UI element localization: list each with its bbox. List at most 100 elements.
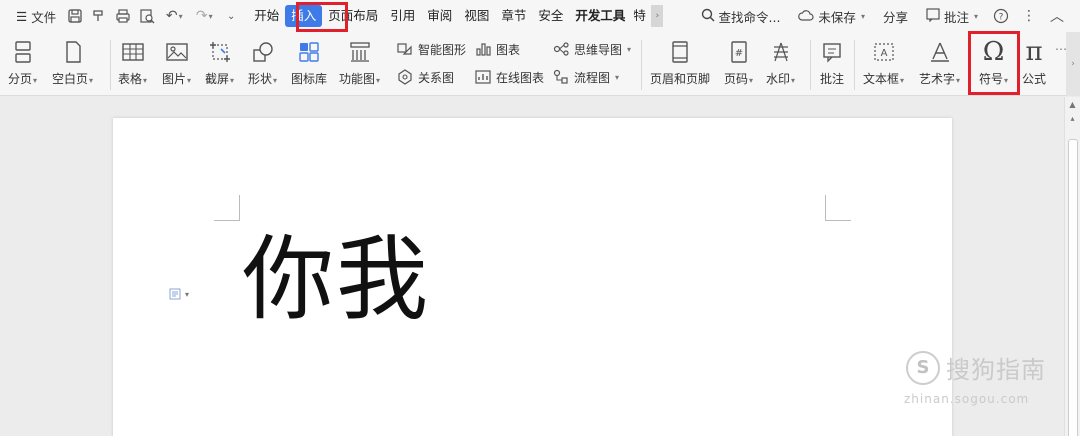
comment-label: 批注 [943, 9, 969, 25]
mind-map-button[interactable]: 思维导图 ▾ [552, 40, 631, 58]
tab-review[interactable]: 审阅 [421, 5, 458, 27]
picture-button[interactable]: 图片▾ [162, 38, 191, 87]
pi-icon: π [1025, 37, 1043, 67]
page-break-button[interactable]: 分页▾ [8, 38, 37, 87]
cloud-icon [798, 9, 814, 24]
online-chart-label: 在线图表 [496, 70, 545, 85]
formula-button[interactable]: π 公式 [1020, 37, 1048, 87]
blank-page-label: 空白页 [52, 72, 89, 86]
table-label: 表格 [118, 72, 143, 86]
tab-home[interactable]: 开始 [248, 5, 285, 27]
page-break-icon [9, 38, 37, 66]
shape-label: 形状 [248, 72, 273, 86]
redo-icon[interactable]: ↷ ▾ [190, 5, 218, 27]
comment-insert-button[interactable]: 批注 [818, 38, 846, 87]
comment-icon [926, 7, 940, 25]
mind-map-label: 思维导图 [574, 42, 623, 57]
tab-view[interactable]: 视图 [458, 5, 495, 27]
tab-developer[interactable]: 开发工具 [569, 5, 631, 27]
icon-library-icon [295, 38, 323, 66]
tab-scroll-right-icon[interactable]: › [651, 5, 664, 27]
more-icon[interactable]: ⋮ [1018, 5, 1040, 27]
save-status-label: 未保存 [818, 9, 856, 25]
save-status[interactable]: 未保存 ▾ [792, 4, 871, 28]
relation-chart-button[interactable]: 关系图 [396, 68, 454, 86]
svg-text:A: A [880, 48, 887, 59]
relation-chart-icon [396, 68, 414, 86]
art-text-icon [926, 38, 954, 66]
command-search[interactable]: 查找命令... [695, 4, 787, 28]
chevron-down-icon: ▾ [615, 72, 620, 82]
sogou-logo-icon: S [906, 350, 940, 385]
art-text-label: 艺术字 [919, 72, 956, 86]
ribbon-tabs: 开始 插入 页面布局 引用 审阅 视图 章节 安全 开发工具 特 › [248, 5, 664, 27]
scroll-up-icon[interactable]: ▲ [1065, 97, 1080, 111]
blank-page-icon [59, 38, 87, 66]
document-text[interactable]: 你我 [242, 234, 430, 326]
smart-shape-icon [396, 40, 414, 58]
watermark-url: zhinan.sogou.com [904, 392, 1030, 406]
smart-shape-button[interactable]: 智能图形 [396, 40, 466, 58]
tab-references[interactable]: 引用 [384, 5, 421, 27]
picture-icon [163, 38, 191, 66]
online-chart-button[interactable]: 在线图表 [474, 68, 544, 86]
header-footer-button[interactable]: 页眉和页脚 [650, 38, 710, 87]
blank-page-button[interactable]: 空白页▾ [52, 38, 93, 87]
smart-shape-label: 智能图形 [418, 42, 467, 57]
tab-page-layout[interactable]: 页面布局 [322, 5, 384, 27]
watermark-label: 水印 [766, 72, 791, 86]
format-painter-icon[interactable] [88, 5, 110, 27]
print-icon[interactable] [112, 5, 134, 27]
divider [110, 40, 111, 90]
document-area: ▾ 你我 [0, 97, 1064, 436]
svg-text:?: ? [999, 13, 1004, 23]
table-button[interactable]: 表格▾ [118, 38, 147, 87]
icon-library-button[interactable]: 图标库 [291, 38, 327, 87]
paragraph-handle-icon[interactable]: ▾ [169, 288, 189, 300]
undo-icon[interactable]: ↶ ▾ [160, 5, 188, 27]
scroll-up-page-icon[interactable]: ▴ [1065, 111, 1080, 125]
document-page[interactable]: ▾ 你我 [113, 118, 952, 436]
watermark-button[interactable]: 水印▾ [766, 38, 795, 87]
tab-security[interactable]: 安全 [532, 5, 569, 27]
customize-chevron-icon[interactable]: ⌄ [220, 5, 242, 27]
collapse-ribbon-icon[interactable]: ︿ [1046, 5, 1068, 27]
help-icon[interactable]: ? [990, 5, 1012, 27]
flowchart-button[interactable]: 流程图 ▾ [552, 68, 619, 86]
comment-insert-icon [818, 38, 846, 66]
watermark-brand: 搜狗指南 [946, 356, 1046, 384]
scrollbar-thumb[interactable] [1068, 139, 1078, 436]
symbol-button[interactable]: Ω 符号▾ [979, 37, 1008, 87]
shape-button[interactable]: 形状▾ [248, 38, 277, 87]
vertical-scrollbar[interactable]: ▲ ▴ [1064, 97, 1080, 436]
menu-bar: ☰ 文件 ↶ ▾ ↷ ▾ ⌄ 开始 插入 页面布局 引用 审阅 视图 章节 安全 开… [0, 0, 1080, 32]
share-button[interactable]: 分享 [877, 4, 914, 28]
text-box-icon: A [870, 38, 898, 66]
screenshot-button[interactable]: 截屏▾ [205, 38, 234, 87]
tab-special[interactable]: 特 [631, 5, 647, 27]
bar-chart-icon [474, 40, 492, 58]
ribbon-scroll-right-icon[interactable]: › [1066, 32, 1080, 96]
chart-button[interactable]: 图表 [474, 40, 520, 58]
tab-insert[interactable]: 插入 [285, 5, 323, 27]
screenshot-icon [206, 38, 234, 66]
chevron-down-icon: ▾ [973, 11, 978, 21]
page-number-button[interactable]: # 页码▾ [724, 38, 753, 87]
chevron-down-icon: ▾ [185, 289, 190, 299]
save-icon[interactable] [64, 5, 86, 27]
text-box-button[interactable]: A 文本框▾ [863, 38, 904, 87]
svg-text:#: # [734, 48, 742, 59]
file-menu[interactable]: ☰ 文件 [10, 4, 62, 28]
formula-label: 公式 [1021, 72, 1046, 86]
comment-button[interactable]: 批注 ▾ [920, 4, 984, 28]
icon-library-label: 图标库 [291, 72, 328, 86]
tab-chapter[interactable]: 章节 [495, 5, 532, 27]
print-preview-icon[interactable] [136, 5, 158, 27]
page-number-label: 页码 [724, 72, 749, 86]
file-menu-label: 文件 [31, 9, 57, 25]
table-icon [119, 38, 147, 66]
function-chart-button[interactable]: 功能图▾ [339, 38, 380, 87]
chart-label: 图表 [496, 42, 521, 57]
divider [810, 40, 811, 90]
art-text-button[interactable]: 艺术字▾ [919, 38, 960, 87]
